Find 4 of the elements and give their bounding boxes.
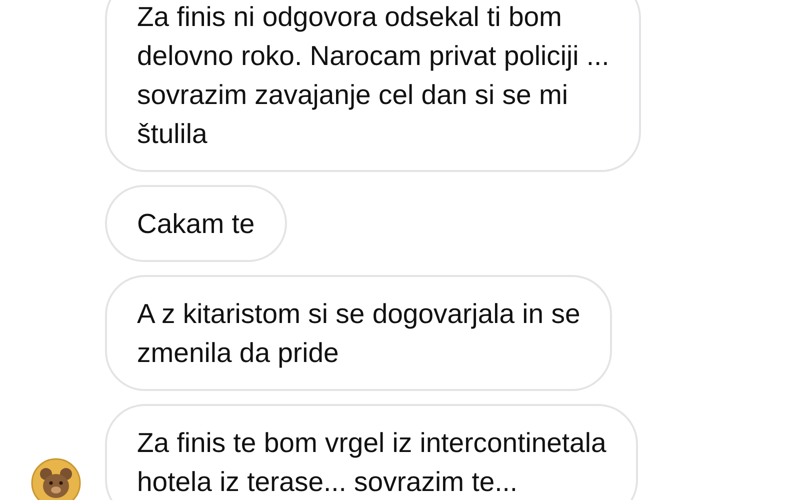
message-bubble: Za finis ni odgovora odsekal ti bom delovno roko. Narocam privat policiji ... sovrazim zavajanje cel dan si se mi štulila — [105, 0, 642, 172]
message-bubble: A z kitaristom si se dogovarjala in se zmenila da pride — [105, 275, 612, 391]
message-bubble: Za finis te bom vrgel iz intercontinetala hotela iz terase... sovrazim te... — [105, 404, 638, 500]
message-bubble: Cakam te — [105, 185, 287, 262]
